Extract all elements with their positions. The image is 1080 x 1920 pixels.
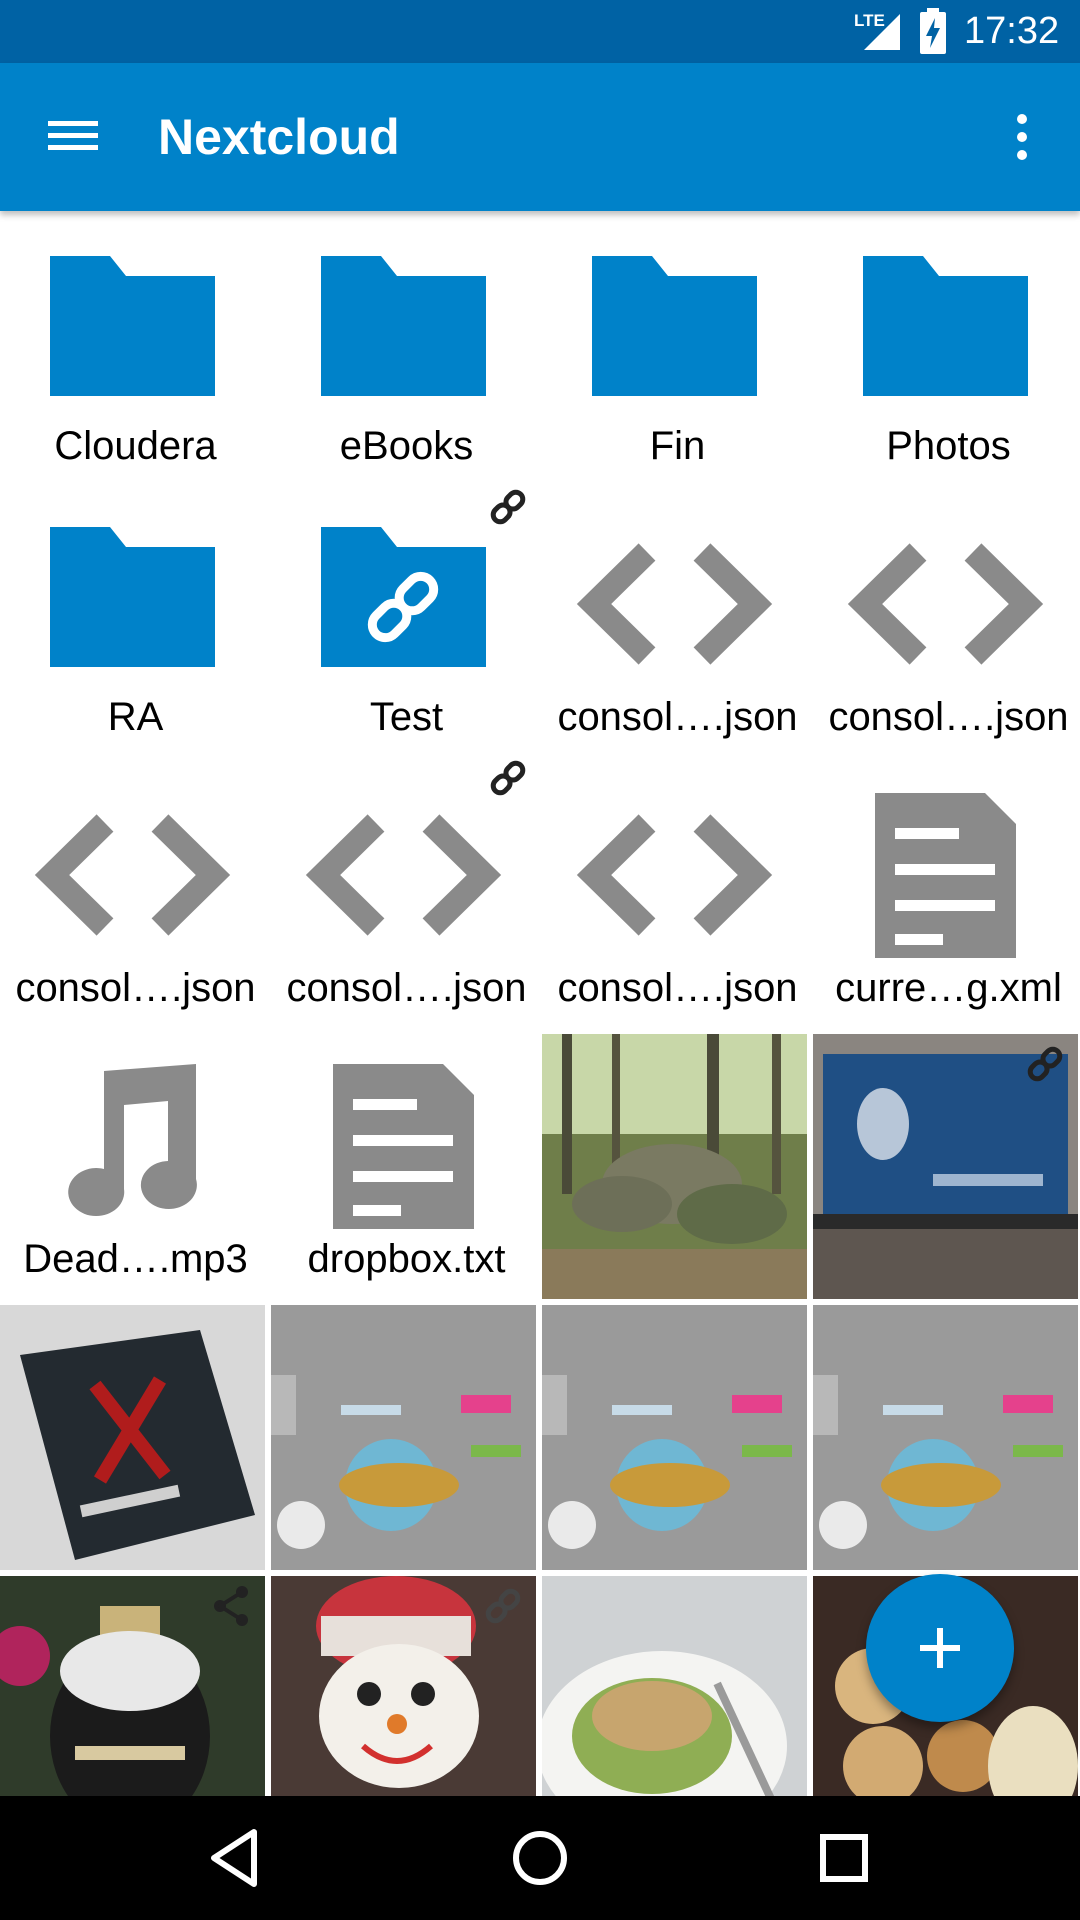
hamburger-menu-icon[interactable] [28,91,118,181]
file-name: Dead….mp3 [23,1237,248,1281]
folder-icon [542,226,807,426]
file-name: dropbox.txt [307,1237,506,1281]
file-name: Photos [886,424,1011,468]
grid-item-code-file[interactable]: consol….json [542,768,807,1033]
home-icon[interactable] [500,1818,580,1898]
image-thumbnail-forest[interactable] [542,1034,807,1299]
image-thumbnail-ornament[interactable] [0,1576,265,1796]
grid-item-audio-file[interactable]: Dead….mp3 [0,1039,265,1304]
document-file-icon [271,1039,536,1239]
grid-item-test[interactable]: Test [271,489,536,762]
image-thumbnail-game-box[interactable] [0,1305,265,1570]
file-name: consol….json [828,695,1069,739]
grid-item-code-file[interactable]: consol….json [813,497,1078,762]
grid-item-ebooks[interactable]: eBooks [271,226,536,491]
folder-icon [0,497,265,697]
battery-charging-icon [920,8,946,54]
music-note-icon [0,1039,265,1239]
file-name: consol….json [557,695,798,739]
file-name: consol….json [15,966,256,1010]
grid-item-fin[interactable]: Fin [542,226,807,491]
grid-item-txt-file[interactable]: dropbox.txt [271,1039,536,1304]
code-file-icon [542,768,807,968]
grid-item-xml-file[interactable]: curre…g.xml [813,768,1078,1033]
image-thumbnail-salad[interactable] [542,1576,807,1796]
folder-icon [271,226,536,426]
file-grid: Cloudera eBooks Fin Photos RA Test conso… [0,226,1080,1796]
more-vert-icon[interactable] [982,99,1042,175]
file-name: curre…g.xml [835,966,1062,1010]
link-icon [1021,1040,1069,1088]
grid-item-ra[interactable]: RA [0,497,265,762]
folder-icon [0,226,265,426]
image-thumbnail-tv[interactable] [813,1034,1078,1299]
network-label: LTE [854,11,885,30]
folder-icon [813,226,1078,426]
image-thumbnail-phaser[interactable] [542,1305,807,1570]
link-icon [479,1582,527,1630]
image-thumbnail-phaser[interactable] [813,1305,1078,1570]
grid-item-cloudera[interactable]: Cloudera [0,226,265,491]
file-name: consol….json [557,966,798,1010]
file-name: Cloudera [54,424,217,468]
add-fab-button[interactable] [866,1574,1014,1722]
document-file-icon [813,768,1078,968]
app-title: Nextcloud [158,109,400,165]
status-bar: LTE 17:32 [0,0,1080,63]
grid-item-code-file[interactable]: consol….json [271,760,536,1033]
image-thumbnail-phaser[interactable] [271,1305,536,1570]
app-bar: Nextcloud [0,63,1080,211]
code-file-icon [813,497,1078,697]
code-file-icon [0,768,265,968]
image-thumbnail-snowman[interactable] [271,1576,536,1796]
grid-item-photos[interactable]: Photos [813,226,1078,491]
lte-signal-icon: LTE [854,11,902,52]
link-icon [484,754,532,802]
file-name: consol….json [286,966,527,1010]
link-icon [484,483,532,531]
file-name: eBooks [339,424,474,468]
navigation-bar [0,1796,1080,1920]
grid-item-code-file[interactable]: consol….json [0,768,265,1033]
share-icon [208,1582,256,1630]
file-name: Fin [649,424,706,468]
back-icon[interactable] [196,1818,276,1898]
file-name: Test [369,695,444,739]
file-name: RA [107,695,164,739]
code-file-icon [542,497,807,697]
recents-icon[interactable] [804,1818,884,1898]
status-time: 17:32 [964,10,1060,52]
grid-item-code-file[interactable]: consol….json [542,497,807,762]
